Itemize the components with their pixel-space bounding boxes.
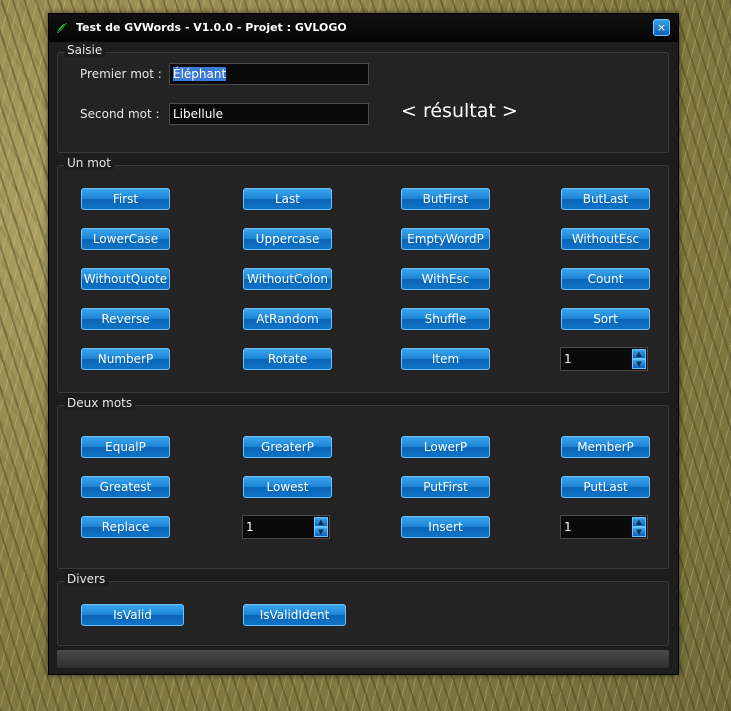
count-button[interactable]: Count: [561, 268, 650, 290]
group-saisie: Saisie Premier mot : Éléphant Second mot…: [57, 43, 669, 153]
butfirst-button[interactable]: ButFirst: [401, 188, 490, 210]
close-button[interactable]: ×: [653, 19, 670, 36]
insert-index-value: 1: [564, 520, 572, 534]
group-un-mot: Un mot First Last ButFirst ButLast Lower…: [57, 156, 669, 393]
isvalid-button[interactable]: IsValid: [81, 604, 184, 626]
putfirst-button[interactable]: PutFirst: [401, 476, 490, 498]
item-index-value: 1: [564, 352, 572, 366]
last-button[interactable]: Last: [243, 188, 332, 210]
group-divers-title: Divers: [64, 572, 109, 586]
spin-down-arrow-icon[interactable]: ▼: [632, 527, 646, 537]
lowercase-button[interactable]: LowerCase: [81, 228, 170, 250]
insert-index-spinbox[interactable]: 1 ▲ ▼: [560, 515, 648, 539]
rotate-button[interactable]: Rotate: [243, 348, 332, 370]
insert-button[interactable]: Insert: [401, 516, 490, 538]
greaterp-button[interactable]: GreaterP: [243, 436, 332, 458]
second-mot-label: Second mot :: [80, 107, 160, 121]
premier-mot-field[interactable]: Éléphant: [169, 63, 369, 85]
spin-up-arrow-icon[interactable]: ▲: [632, 517, 646, 527]
withoutcolon-button[interactable]: WithoutColon: [243, 268, 332, 290]
withesc-button[interactable]: WithEsc: [401, 268, 490, 290]
withoutesc-button[interactable]: WithoutEsc: [561, 228, 650, 250]
uppercase-button[interactable]: Uppercase: [243, 228, 332, 250]
lowerp-button[interactable]: LowerP: [401, 436, 490, 458]
equalp-button[interactable]: EqualP: [81, 436, 170, 458]
isvalidident-button[interactable]: IsValidIdent: [243, 604, 346, 626]
main-window: Test de GVWords - V1.0.0 - Projet : GVLO…: [48, 13, 679, 675]
reverse-button[interactable]: Reverse: [81, 308, 170, 330]
group-deux-mots: Deux mots EqualP GreaterP LowerP MemberP…: [57, 396, 669, 569]
spin-down-arrow-icon[interactable]: ▼: [632, 359, 646, 369]
replace-button[interactable]: Replace: [81, 516, 170, 538]
sort-button[interactable]: Sort: [561, 308, 650, 330]
shuffle-button[interactable]: Shuffle: [401, 308, 490, 330]
replace-index-value: 1: [246, 520, 254, 534]
atrandom-button[interactable]: AtRandom: [243, 308, 332, 330]
window-title: Test de GVWords - V1.0.0 - Projet : GVLO…: [76, 21, 347, 34]
putlast-button[interactable]: PutLast: [561, 476, 650, 498]
group-saisie-title: Saisie: [64, 43, 106, 57]
spin-up-arrow-icon[interactable]: ▲: [314, 517, 328, 527]
app-logo-icon: [57, 23, 67, 33]
group-un-mot-title: Un mot: [64, 156, 114, 170]
first-button[interactable]: First: [81, 188, 170, 210]
numberp-button[interactable]: NumberP: [81, 348, 170, 370]
title-bar[interactable]: Test de GVWords - V1.0.0 - Projet : GVLO…: [49, 14, 678, 42]
item-index-spinbox[interactable]: 1 ▲ ▼: [560, 347, 648, 371]
group-deux-mots-title: Deux mots: [64, 396, 136, 410]
withoutquote-button[interactable]: WithoutQuote: [81, 268, 170, 290]
premier-mot-label: Premier mot :: [80, 67, 162, 81]
status-bar: [57, 650, 669, 668]
item-button[interactable]: Item: [401, 348, 490, 370]
second-mot-field[interactable]: Libellule: [169, 103, 369, 125]
memberp-button[interactable]: MemberP: [561, 436, 650, 458]
emptywordp-button[interactable]: EmptyWordP: [401, 228, 490, 250]
lowest-button[interactable]: Lowest: [243, 476, 332, 498]
greatest-button[interactable]: Greatest: [81, 476, 170, 498]
butlast-button[interactable]: ButLast: [561, 188, 650, 210]
result-label: < résultat >: [401, 100, 518, 122]
spin-down-arrow-icon[interactable]: ▼: [314, 527, 328, 537]
spin-up-arrow-icon[interactable]: ▲: [632, 349, 646, 359]
replace-index-spinbox[interactable]: 1 ▲ ▼: [242, 515, 330, 539]
group-divers: Divers IsValid IsValidIdent: [57, 572, 669, 646]
